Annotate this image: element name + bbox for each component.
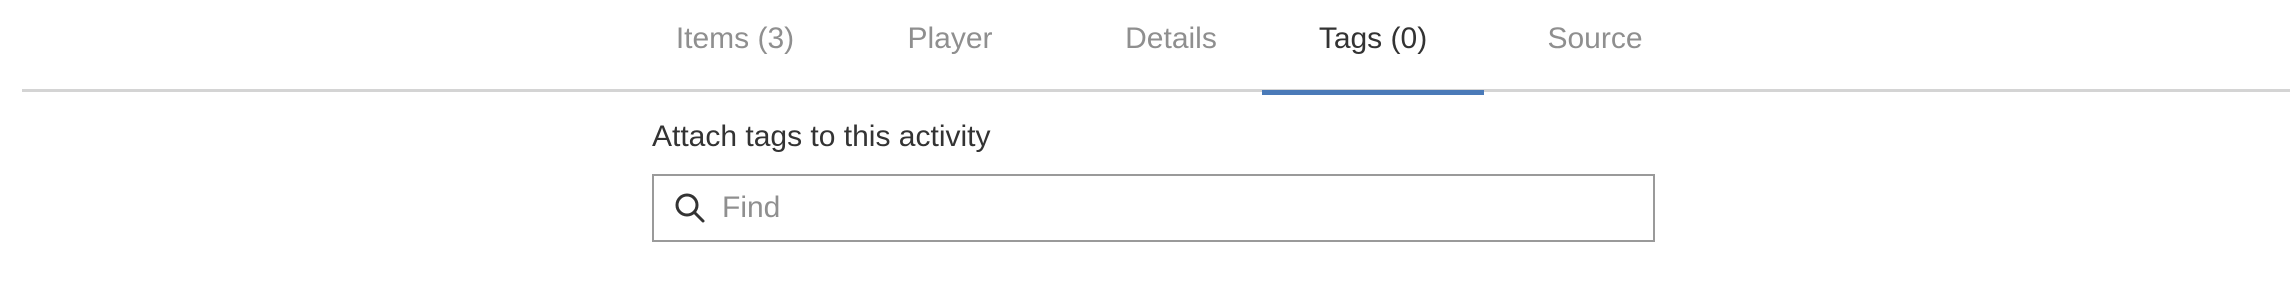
tab-tags-label: Tags (0) (1318, 22, 1428, 55)
attach-tags-heading: Attach tags to this activity (652, 120, 991, 153)
tag-search-field[interactable] (652, 174, 1655, 242)
tab-tags[interactable]: Tags (0) (1262, 0, 1484, 95)
tags-editor-page: Items (3) Player Details Tags (0) Source… (0, 0, 2294, 290)
search-icon (674, 192, 706, 224)
tab-items[interactable]: Items (3) (630, 0, 840, 92)
tab-player[interactable]: Player (840, 0, 1060, 92)
tab-details[interactable]: Details (1060, 0, 1282, 92)
tab-bar: Items (3) Player Details Tags (0) Source (22, 0, 2290, 95)
tab-details-label: Details (1125, 22, 1217, 55)
tab-source-label: Source (1547, 22, 1643, 55)
tag-search-input[interactable] (722, 176, 1653, 240)
tab-player-label: Player (907, 22, 993, 55)
tab-items-label: Items (3) (675, 22, 795, 55)
tab-source[interactable]: Source (1484, 0, 1706, 92)
